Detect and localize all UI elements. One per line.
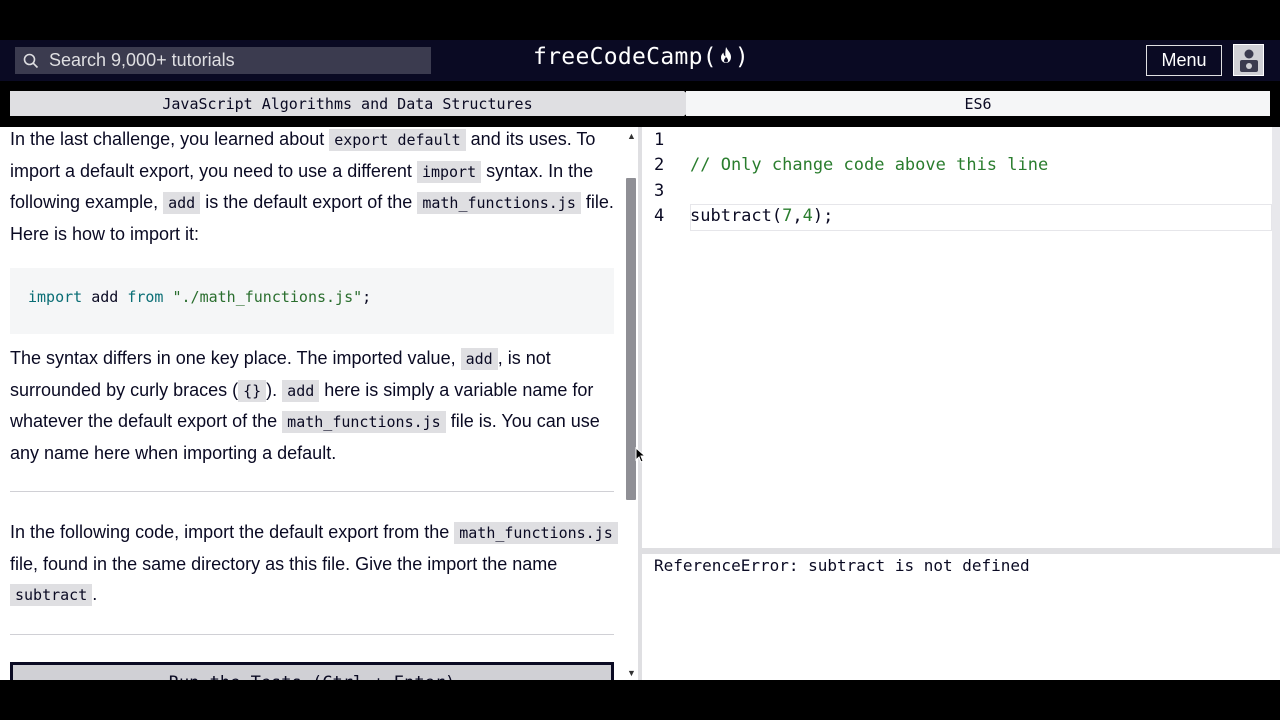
scroll-down-arrow-icon[interactable]: ▼: [627, 668, 636, 678]
inline-code: math_functions.js: [282, 411, 446, 433]
inline-code: import: [416, 160, 482, 183]
code-token: subtract(: [690, 206, 783, 226]
code-identifier: add: [82, 288, 128, 306]
text: is the default export of the: [200, 192, 418, 212]
user-avatar[interactable]: [1233, 44, 1264, 76]
code-token: );: [812, 206, 834, 226]
divider: [10, 634, 614, 635]
console-output-text: ReferenceError: subtract is not defined: [654, 556, 1030, 575]
search-bar[interactable]: [15, 47, 431, 74]
code-keyword: import: [28, 288, 83, 306]
mouse-cursor-icon: [635, 447, 645, 463]
code-number: 4: [802, 206, 813, 226]
code-token: ,: [792, 206, 803, 226]
app-window: freeCodeCamp( ) Menu JavaScript Algorith…: [0, 0, 1280, 720]
inline-code: subtract: [10, 584, 93, 606]
breadcrumb: JavaScript Algorithms and Data Structure…: [10, 91, 1270, 116]
breadcrumb-block[interactable]: ES6: [686, 91, 1270, 116]
inline-code: math_functions.js: [454, 522, 618, 544]
divider: [10, 491, 614, 492]
line-number: 4: [654, 206, 665, 226]
code-line-4: subtract(7,4);: [690, 206, 833, 226]
line-number: 1: [654, 130, 665, 150]
text: In the following code, import the defaul…: [10, 522, 455, 542]
inline-code: add: [460, 348, 498, 370]
inline-code: add: [282, 379, 320, 402]
editor-scrollbar[interactable]: [1272, 127, 1280, 548]
avatar-icon: [1239, 49, 1258, 72]
line-number: 2: [654, 155, 665, 175]
brand-text-left: freeCodeCamp(: [533, 44, 717, 70]
instructions-paragraph: In the following code, import the defaul…: [10, 517, 620, 611]
scroll-up-arrow-icon[interactable]: ▲: [627, 131, 636, 141]
text: The syntax differs in one key place. The…: [10, 348, 461, 368]
inline-code: {}: [238, 379, 267, 402]
code-punct: ;: [362, 288, 372, 306]
search-input[interactable]: [49, 50, 409, 71]
inline-code: add: [163, 192, 201, 214]
search-icon: [23, 53, 39, 68]
description-paragraph-1: In the last challenge, you learned about…: [10, 127, 620, 249]
text: In the last challenge, you learned about: [10, 129, 330, 149]
inline-code: math_functions.js: [417, 192, 581, 214]
freecodecamp-logo[interactable]: freeCodeCamp( ): [533, 44, 749, 70]
inline-code: export default: [329, 129, 466, 151]
code-keyword: from: [127, 288, 164, 306]
top-navbar: freeCodeCamp( ) Menu: [0, 40, 1280, 81]
text: file, found in the same directory as thi…: [10, 553, 558, 574]
breadcrumb-superblock[interactable]: JavaScript Algorithms and Data Structure…: [10, 91, 700, 116]
code-number: 7: [782, 206, 793, 226]
description-paragraph-2: The syntax differs in one key place. The…: [10, 343, 620, 468]
code-example-block: import add from "./math_functions.js";: [10, 268, 614, 334]
code-editor[interactable]: 1 2 3 4 // Only change code above this l…: [642, 127, 1272, 548]
line-number: 3: [654, 181, 665, 201]
text: ).: [266, 379, 283, 400]
brand-text-right: ): [734, 44, 750, 70]
run-tests-button[interactable]: Run the Tests (Ctrl + Enter): [10, 662, 614, 680]
flame-icon: [719, 44, 733, 70]
menu-button[interactable]: Menu: [1146, 45, 1222, 76]
output-console: ReferenceError: subtract is not defined: [642, 554, 1280, 680]
code-string: "./math_functions.js": [163, 288, 363, 306]
text: .: [92, 584, 98, 604]
code-comment: // Only change code above this line: [690, 155, 1049, 175]
challenge-description-panel: In the last challenge, you learned about…: [0, 127, 624, 680]
